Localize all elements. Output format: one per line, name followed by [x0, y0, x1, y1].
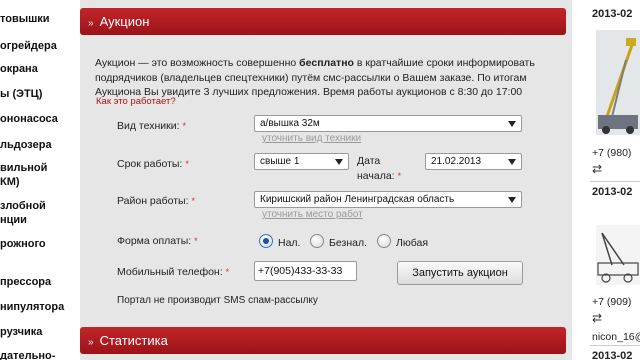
sidebar-item[interactable]: льдозера [0, 139, 52, 151]
divider [590, 345, 640, 346]
how-it-works-link[interactable]: Как это работает? [96, 96, 176, 107]
truck-crane-icon [596, 225, 640, 285]
chevron-down-icon [508, 121, 516, 127]
phone-label: Мобильный телефон: * [117, 266, 230, 278]
spam-notice: Портал не производит SMS спам-рассылку [117, 295, 318, 306]
sidebar-item[interactable]: КМ) [0, 176, 20, 188]
payment-noncash-label[interactable]: Безнал. [329, 237, 367, 249]
auction-header[interactable]: » Аукцион [80, 8, 566, 35]
category-sidebar: товышки огрейдера окрана ы (ЭТЦ) ононасо… [0, 0, 72, 360]
order-photo[interactable] [596, 30, 640, 135]
phone-input[interactable] [254, 261, 357, 281]
equipment-label: Вид техники: * [117, 120, 187, 132]
payment-noncash-radio[interactable] [310, 234, 324, 248]
auction-panel [80, 0, 572, 360]
auction-intro: Аукцион — это возможность совершенно бес… [95, 57, 535, 98]
order-photo[interactable] [596, 225, 640, 285]
term-select[interactable]: свыше 1 [254, 153, 349, 170]
payment-cash-label[interactable]: Нал. [278, 237, 300, 249]
sidebar-item[interactable]: дательно- [0, 350, 55, 360]
sidebar-item[interactable]: ононасоса [0, 113, 58, 125]
order-user: nicon_16@ [592, 331, 640, 343]
sidebar-item[interactable]: злобной [0, 200, 46, 212]
order-date: 2013-02 [592, 8, 633, 20]
region-select[interactable]: Киришский район Ленинградская область [254, 191, 522, 208]
sidebar-item[interactable]: вильной [0, 162, 47, 174]
sidebar-item[interactable]: нции [0, 214, 27, 226]
order-phone: +7 (909) [592, 296, 632, 308]
term-label: Срок работы: * [117, 158, 189, 170]
divider [590, 181, 640, 182]
sidebar-item[interactable]: прессора [0, 276, 51, 288]
stats-title: Статистика [99, 333, 168, 348]
equipment-select[interactable]: а/вышка 32м [254, 115, 522, 132]
start-auction-button[interactable]: Запустить аукцион [397, 261, 523, 285]
start-date-label: Дата [357, 155, 381, 167]
aerial-lift-icon [596, 30, 640, 135]
region-hint-link[interactable]: уточнить место работ [262, 209, 363, 220]
chevron-down-icon [508, 197, 516, 203]
order-phone: +7 (980) [592, 147, 632, 159]
sidebar-item[interactable]: окрана [0, 63, 38, 75]
stats-header[interactable]: » Статистика [80, 327, 566, 354]
chevron-down-icon [508, 159, 516, 165]
sidebar-item[interactable]: рожного [0, 238, 46, 250]
chevron-right-icon: » [88, 337, 94, 348]
payment-cash-radio[interactable] [259, 234, 273, 248]
region-label: Район работы: * [117, 195, 196, 207]
share-icon[interactable]: ⇄ [592, 311, 602, 325]
sidebar-item[interactable]: ы (ЭТЦ) [0, 88, 42, 100]
chevron-down-icon [335, 159, 343, 165]
start-date-label: начала: * [357, 170, 402, 182]
sidebar-item[interactable]: товышки [0, 13, 50, 25]
order-date: 2013-02 [592, 350, 633, 360]
equipment-hint-link[interactable]: уточнить вид техники [262, 133, 361, 144]
share-icon[interactable]: ⇄ [592, 162, 602, 176]
auction-title: Аукцион [99, 14, 150, 29]
payment-any-radio[interactable] [377, 234, 391, 248]
sidebar-item[interactable]: огрейдера [0, 40, 57, 52]
sidebar-item[interactable]: нипулятора [0, 301, 64, 313]
chevron-right-icon: » [88, 18, 94, 29]
sidebar-item[interactable]: рузчика [0, 326, 42, 338]
payment-any-label[interactable]: Любая [396, 237, 428, 249]
order-date: 2013-02 [592, 186, 633, 198]
start-date-select[interactable]: 21.02.2013 [425, 153, 522, 170]
payment-label: Форма оплаты: * [117, 235, 198, 247]
